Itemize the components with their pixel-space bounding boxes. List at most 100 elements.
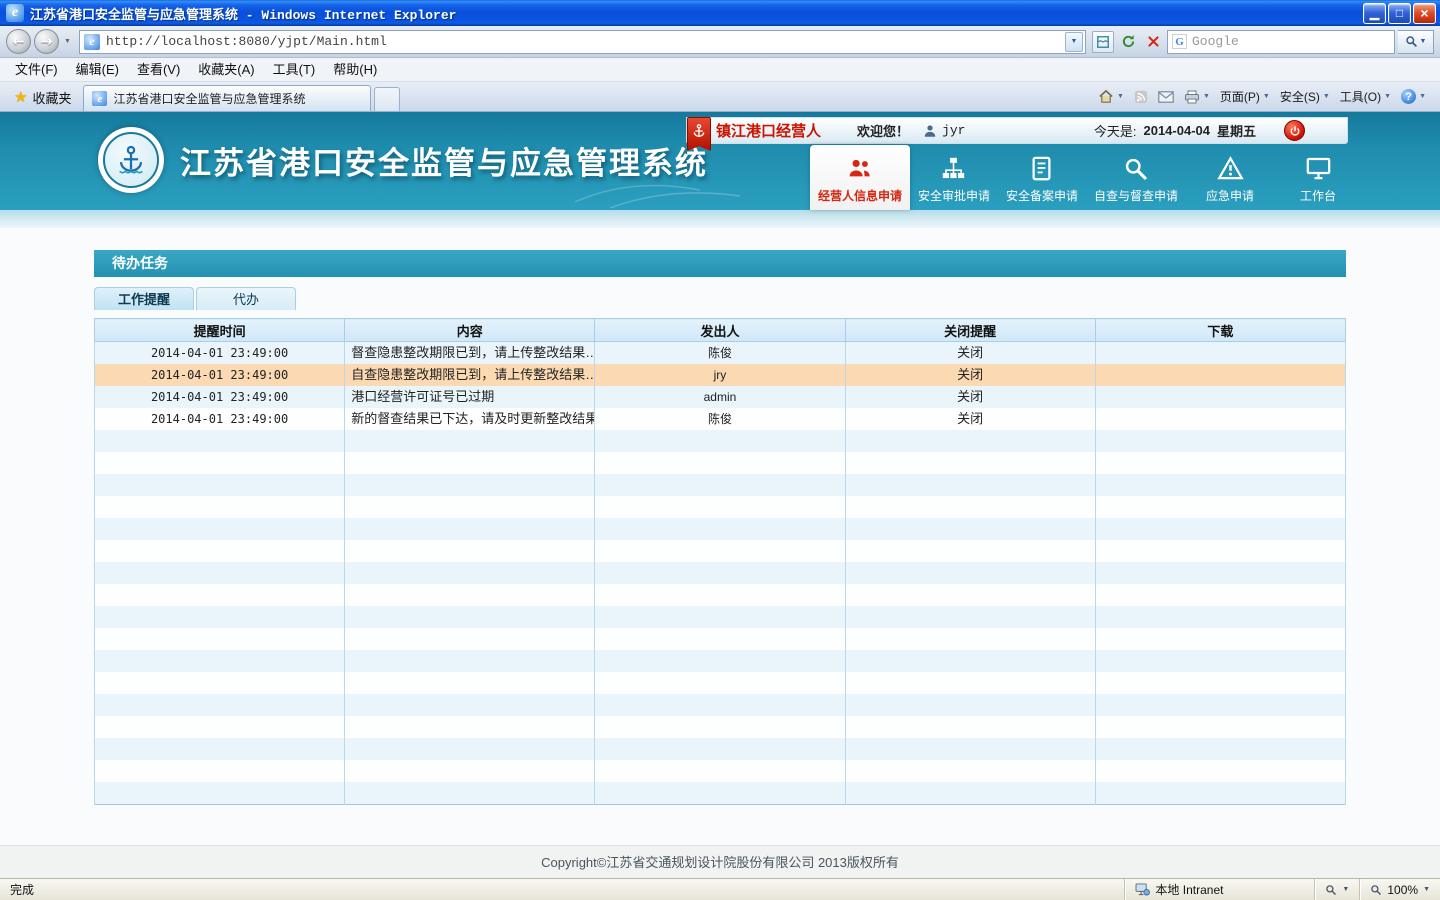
print-dropdown[interactable]: ▼ [1203, 93, 1210, 100]
time-cell: 2014-04-01 23:49:00 [95, 342, 345, 365]
google-logo-icon: G [1172, 34, 1187, 49]
nav-safety-record[interactable]: 安全备案申请 [998, 148, 1086, 210]
address-input[interactable]: e http://localhost:8080/yjpt/Main.html ▼ [79, 30, 1086, 54]
nav-inspection[interactable]: 自查与督查申请 [1086, 148, 1186, 210]
empty-row [95, 452, 1346, 474]
page-menu-dropdown-icon: ▼ [1263, 93, 1270, 100]
window-title: 江苏省港口安全监管与应急管理系统 - Windows Internet Expl… [30, 4, 1363, 23]
address-bar: ← → ▼ e http://localhost:8080/yjpt/Main.… [0, 26, 1440, 58]
help-dropdown-icon: ▼ [1419, 93, 1426, 100]
anchor-logo-icon [114, 143, 148, 177]
menu-favorites[interactable]: 收藏夹(A) [189, 58, 263, 81]
home-button[interactable]: ▼ [1098, 89, 1124, 104]
safety-menu-button[interactable]: 安全(S) ▼ [1280, 88, 1330, 105]
download-cell [1095, 386, 1345, 408]
status-text: 完成 [0, 881, 1124, 898]
power-icon [1289, 125, 1301, 137]
page-menu-label: 页面(P) [1220, 88, 1260, 105]
recent-pages-dropdown[interactable]: ▼ [62, 38, 73, 45]
nav-label: 工作台 [1300, 187, 1336, 204]
close-cell[interactable]: 关闭 [845, 364, 1095, 386]
nav-emergency[interactable]: 应急申请 [1186, 148, 1274, 210]
menu-help[interactable]: 帮助(H) [324, 58, 386, 81]
search-button[interactable]: ▼ [1398, 30, 1434, 54]
search-placeholder[interactable]: Google [1192, 34, 1239, 49]
search-dropdown[interactable]: ▼ [1420, 38, 1427, 45]
mail-icon [1158, 91, 1174, 103]
time-cell: 2014-04-01 23:49:00 [95, 408, 345, 430]
col-header-content: 内容 [345, 319, 595, 342]
tools-menu-button[interactable]: 工具(O) ▼ [1340, 88, 1391, 105]
forward-button[interactable]: → [34, 29, 59, 54]
status-bar: 完成 本地 Intranet ▼ 100% ▼ [0, 878, 1440, 900]
zoom-tools-button[interactable]: ▼ [1314, 879, 1359, 900]
empty-row [95, 760, 1346, 782]
menu-file[interactable]: 文件(F) [6, 58, 67, 81]
date-value: 2014-04-04 [1143, 123, 1210, 138]
stop-icon [1147, 35, 1160, 48]
table-header-row: 提醒时间 内容 发出人 关闭提醒 下载 [95, 319, 1346, 342]
tab-pending[interactable]: 代办 [196, 287, 296, 310]
security-zone: 本地 Intranet [1124, 879, 1314, 900]
refresh-button[interactable] [1117, 31, 1139, 53]
task-row: 2014-04-01 23:49:00新的督查结果已下达，请及时更新整改结果陈俊… [95, 408, 1346, 430]
close-cell[interactable]: 关闭 [845, 386, 1095, 408]
org-badge-label: 镇江港口经营人 [716, 120, 821, 141]
feeds-button[interactable] [1134, 90, 1148, 104]
browser-tab[interactable]: e 江苏省港口安全监管与应急管理系统 [83, 85, 371, 111]
date-label: 今天是: [1094, 121, 1137, 140]
copyright-footer: Copyright©江苏省交通规划设计院股份有限公司 2013版权所有 [0, 845, 1440, 878]
zoom-tools-dropdown-icon: ▼ [1342, 886, 1349, 893]
site-header: 江苏省港口安全监管与应急管理系统 镇江港口经营人 欢迎您！ [0, 112, 1440, 210]
close-button[interactable]: × [1413, 3, 1436, 24]
favorites-button[interactable]: ★ 收藏夹 [6, 85, 79, 109]
close-cell[interactable]: 关闭 [845, 342, 1095, 365]
close-cell[interactable]: 关闭 [845, 408, 1095, 430]
zoom-level-button[interactable]: 100% ▼ [1359, 879, 1440, 900]
new-tab-button[interactable] [374, 87, 400, 111]
compatibility-view-button[interactable] [1092, 31, 1114, 53]
read-mail-button[interactable] [1158, 91, 1174, 103]
menu-view[interactable]: 查看(V) [128, 58, 189, 81]
tab-work-reminders[interactable]: 工作提醒 [94, 287, 194, 310]
content-cell: 自查隐患整改期限已到，请上传整改结果… [345, 364, 595, 386]
col-header-close: 关闭提醒 [845, 319, 1095, 342]
date-display: 今天是: 2014-04-04 星期五 [1094, 121, 1256, 140]
download-cell [1095, 364, 1345, 386]
page-menu-button[interactable]: 页面(P) ▼ [1220, 88, 1270, 105]
empty-row [95, 518, 1346, 540]
browser-window: e 江苏省港口安全监管与应急管理系统 - Windows Internet Ex… [0, 0, 1440, 900]
site-title: 江苏省港口安全监管与应急管理系统 [180, 138, 708, 183]
empty-row [95, 606, 1346, 628]
address-dropdown-button[interactable]: ▼ [1065, 32, 1083, 52]
magnifier-small-icon [1325, 884, 1337, 896]
header-sub-strip [0, 210, 1440, 228]
search-input[interactable]: G Google [1167, 30, 1395, 54]
tasks-table-body: 2014-04-01 23:49:00督查隐患整改期限已到，请上传整改结果…陈俊… [95, 342, 1346, 805]
tasks-table: 提醒时间 内容 发出人 关闭提醒 下载 2014-04-01 23:49:00督… [94, 318, 1346, 805]
nav-operator-info[interactable]: 经营人信息申请 [810, 145, 910, 210]
logout-button[interactable] [1284, 120, 1305, 141]
task-row: 2014-04-01 23:49:00督查隐患整改期限已到，请上传整改结果…陈俊… [95, 342, 1346, 365]
home-dropdown[interactable]: ▼ [1117, 93, 1124, 100]
stop-button[interactable] [1142, 31, 1164, 53]
magnifier-icon [1122, 155, 1149, 182]
print-button[interactable]: ▼ [1184, 90, 1210, 104]
panel-title: 待办任务 [94, 250, 1346, 277]
help-button[interactable]: ? ▼ [1401, 89, 1426, 104]
empty-row [95, 496, 1346, 518]
nav-safety-approval[interactable]: 安全审批申请 [910, 148, 998, 210]
print-icon [1184, 90, 1200, 104]
menu-edit[interactable]: 编辑(E) [67, 58, 128, 81]
favorites-label: 收藏夹 [32, 88, 71, 107]
empty-row [95, 540, 1346, 562]
main-content: 待办任务 工作提醒 代办 提醒时间 内容 发出人 关闭提醒 下载 2014-04… [0, 228, 1440, 805]
org-chart-icon [940, 155, 967, 182]
menu-tools[interactable]: 工具(T) [264, 58, 325, 81]
nav-workbench[interactable]: 工作台 [1274, 148, 1362, 210]
maximize-button[interactable]: □ [1388, 3, 1411, 24]
empty-row [95, 694, 1346, 716]
minimize-button[interactable]: ▁ [1363, 3, 1386, 24]
back-button[interactable]: ← [6, 29, 31, 54]
url-text[interactable]: http://localhost:8080/yjpt/Main.html [106, 34, 1065, 49]
